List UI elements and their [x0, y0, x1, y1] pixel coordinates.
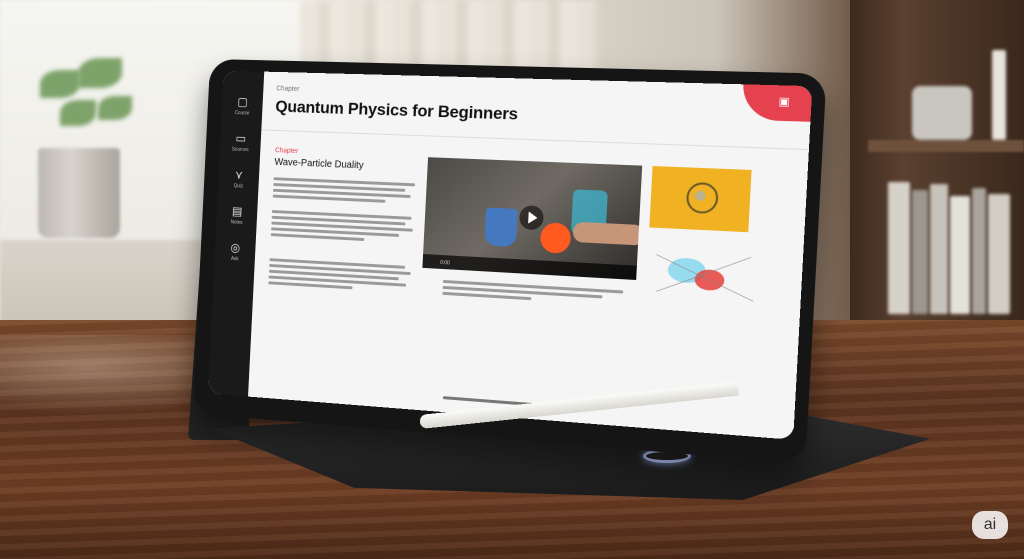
atom-icon [686, 182, 719, 214]
divider [261, 129, 809, 150]
page-title: Quantum Physics for Beginners [275, 97, 518, 124]
bookmark-icon: ▣ [778, 95, 790, 109]
video-controls[interactable]: 0:00 [422, 254, 637, 280]
sidebar-item-notes[interactable]: ▤ Notes [216, 201, 258, 236]
atom-illustration-card[interactable] [649, 166, 751, 232]
sidebar-item-sources[interactable]: ▭ Sources [220, 128, 262, 162]
folder-icon: ▭ [220, 131, 261, 146]
sidebar-item-ask[interactable]: ◎ Ask [214, 237, 256, 272]
video-time: 0:00 [440, 260, 450, 266]
chapter-title: Wave-Particle Duality [274, 157, 364, 171]
text-paragraph [273, 174, 416, 207]
sidebar-item-label: Course [222, 110, 262, 117]
text-paragraph [271, 207, 414, 246]
sidebar-item-label: Quiz [218, 183, 258, 191]
ai-watermark: ai [972, 511, 1008, 539]
bookmark-button[interactable]: ▣ [741, 84, 812, 121]
text-paragraph [268, 255, 411, 295]
sidebar-item-label: Ask [215, 255, 255, 263]
sidebar-item-quiz[interactable]: ⋎ Quiz [218, 164, 260, 198]
sidebar-item-course[interactable]: ▢ Course [221, 92, 263, 126]
orange-liquid-image [540, 222, 572, 254]
video-player[interactable]: 0:00 [422, 157, 642, 280]
tablet: ▢ Course ▭ Sources ⋎ Quiz ▤ Notes ◎ Ask … [0, 0, 1024, 559]
breadcrumb[interactable]: Chapter [276, 85, 299, 92]
graph-icon: ⋎ [219, 167, 260, 182]
help-icon: ◎ [215, 240, 256, 256]
flask-image [484, 207, 518, 247]
play-button[interactable] [519, 205, 544, 230]
sidebar-item-label: Notes [216, 219, 256, 227]
document-icon: ▢ [222, 94, 263, 109]
hand-image [573, 222, 643, 246]
notes-icon: ▤ [217, 204, 258, 219]
chapter-kicker: Chapter [275, 147, 298, 155]
sidebar-item-label: Sources [220, 146, 260, 153]
video-caption [442, 277, 623, 309]
wave-diagram [647, 234, 767, 313]
